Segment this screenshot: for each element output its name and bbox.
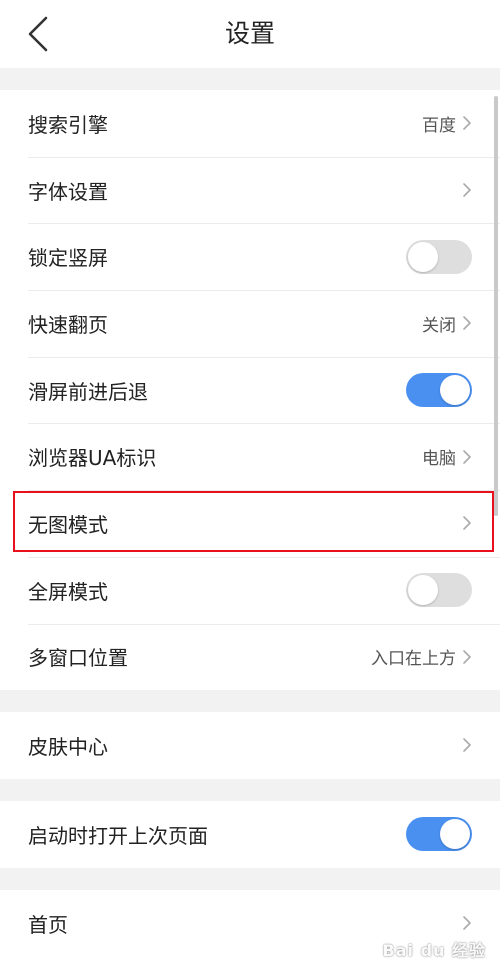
watermark-logo: Bai du 经验 xyxy=(382,941,486,960)
chevron-right-icon xyxy=(462,314,474,332)
settings-row-value: 关闭 xyxy=(422,315,456,336)
settings-row-label: 无图模式 xyxy=(28,512,108,537)
chevron-right-icon xyxy=(462,181,474,199)
page-title: 设置 xyxy=(224,19,275,48)
chevron-left-icon xyxy=(28,16,48,52)
toggle-switch-on[interactable] xyxy=(406,817,472,852)
chevron-right-icon xyxy=(462,514,474,532)
settings-row[interactable]: 皮肤中心 xyxy=(0,712,500,779)
settings-group-main: 搜索引擎 百度字体设置锁定竖屏快速翻页 关闭滑屏前进后退 浏览器UA标识 电脑无图模式全… xyxy=(0,90,500,691)
chevron-right-icon xyxy=(462,448,474,466)
settings-row-label: 全屏模式 xyxy=(28,579,108,604)
settings-row-label: 滑屏前进后退 xyxy=(28,379,148,404)
settings-group-startup: 启动时打开上次页面 xyxy=(0,801,500,868)
settings-row-label: 搜索引擎 xyxy=(28,112,108,137)
scrollbar[interactable] xyxy=(494,96,498,516)
settings-row-label: 启动时打开上次页面 xyxy=(28,823,208,848)
settings-row-value: 电脑 xyxy=(422,449,456,470)
chevron-right-icon xyxy=(462,914,474,932)
settings-row-label: 多窗口位置 xyxy=(28,646,128,671)
settings-row-value: 百度 xyxy=(422,115,456,136)
toggle-switch-off[interactable] xyxy=(406,573,472,608)
settings-row[interactable]: 滑屏前进后退 xyxy=(0,356,500,424)
chevron-right-icon xyxy=(462,648,474,666)
toggle-knob xyxy=(440,375,470,406)
settings-row-label: 字体设置 xyxy=(28,179,108,204)
toggle-switch-on[interactable] xyxy=(406,373,472,408)
toggle-knob xyxy=(408,575,438,606)
settings-group-skin: 皮肤中心 xyxy=(0,712,500,779)
settings-row-value: 入口在上方 xyxy=(371,649,456,670)
settings-row[interactable]: 启动时打开上次页面 xyxy=(0,801,500,868)
settings-row[interactable]: 多窗口位置 入口在上方 xyxy=(0,623,500,691)
settings-row-label: 锁定竖屏 xyxy=(28,246,108,271)
toggle-switch-off[interactable] xyxy=(406,239,472,274)
back-button[interactable] xyxy=(18,14,58,54)
chevron-right-icon xyxy=(462,114,474,132)
settings-row[interactable]: 字体设置 xyxy=(0,156,500,224)
settings-row[interactable]: 全屏模式 xyxy=(0,556,500,624)
toggle-knob xyxy=(408,241,438,272)
settings-row-label: 皮肤中心 xyxy=(28,734,108,759)
settings-row[interactable]: 无图模式 xyxy=(0,490,500,557)
settings-row[interactable]: 锁定竖屏 xyxy=(0,223,500,290)
settings-row[interactable]: 搜索引擎 百度 xyxy=(0,90,500,157)
settings-row[interactable]: 浏览器UA标识 电脑 xyxy=(0,423,500,490)
settings-row-label: 快速翻页 xyxy=(28,312,108,337)
settings-row-label: 首页 xyxy=(28,912,68,937)
header-bar: 设置 xyxy=(0,0,500,68)
settings-row[interactable]: 快速翻页 关闭 xyxy=(0,290,500,357)
settings-row-label: 浏览器UA标识 xyxy=(28,446,157,471)
chevron-right-icon xyxy=(462,736,474,754)
toggle-knob xyxy=(440,819,470,850)
